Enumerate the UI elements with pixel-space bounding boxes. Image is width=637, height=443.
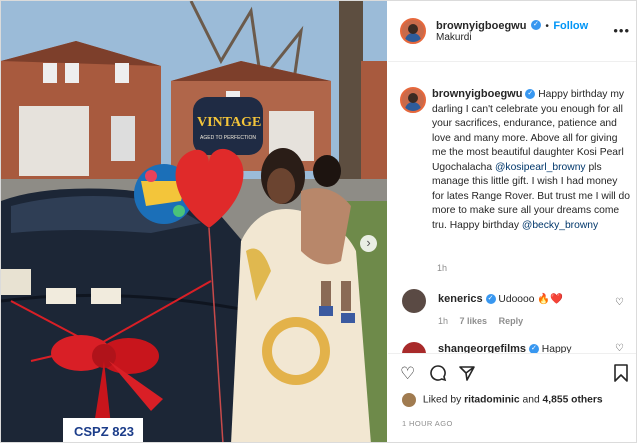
post-timestamp[interactable]: 1 HOUR AGO (402, 419, 453, 428)
likes-summary: Liked by ritadominic and 4,855 others (402, 393, 603, 407)
liked-by-prefix: Liked by (422, 394, 462, 406)
header-location[interactable]: Makurdi (436, 32, 472, 43)
share-icon[interactable] (458, 364, 476, 387)
caption-mention-2[interactable]: @becky_browny (522, 220, 598, 231)
more-options-icon[interactable]: ••• (613, 23, 630, 38)
instagram-post: VINTAGE AGED TO PERFECTION CSPZ 823 › br… (0, 0, 637, 443)
caption-username[interactable]: brownyigboegwu (432, 88, 522, 100)
comment-like-icon[interactable]: ♡ (615, 297, 624, 308)
liked-by-user[interactable]: ritadominic (464, 395, 520, 406)
post-photo-illustration (1, 1, 387, 442)
comment-like-icon[interactable]: ♡ (615, 343, 624, 353)
liked-by-and: and (522, 394, 540, 406)
balloon-subtext: AGED TO PERFECTION (200, 135, 256, 141)
post-actions: ♡ Liked by ritadominic and 4,855 others … (388, 353, 636, 442)
comment-avatar[interactable] (402, 289, 426, 313)
license-plate: CSPZ 823 (74, 424, 134, 439)
caption-avatar[interactable] (400, 87, 426, 113)
comment-text: Udoooo 🔥❤️ (498, 294, 563, 305)
like-icon[interactable]: ♡ (400, 364, 415, 384)
comment-row: shangeorgefilms ✓ Happy ♡ (388, 342, 636, 353)
post-sidebar: brownyigboegwu ✓ • Follow Makurdi ••• br… (388, 1, 636, 442)
save-icon[interactable] (614, 364, 628, 387)
comment-verified-icon: ✓ (485, 294, 496, 305)
comment-likes[interactable]: 7 likes (460, 316, 488, 326)
next-photo-button[interactable]: › (360, 235, 377, 252)
comment-username[interactable]: shangeorgefilms (438, 343, 526, 353)
comment-username[interactable]: kenerics (438, 293, 483, 305)
caption-verified-icon: ✓ (525, 89, 536, 100)
caption-text: brownyigboegwu ✓ Happy birthday my darli… (432, 87, 632, 233)
caption-body-1: Happy birthday my darling I can't celebr… (432, 89, 625, 173)
liker-avatar[interactable] (402, 393, 416, 407)
comment-verified-icon: ✓ (528, 344, 539, 353)
verified-icon: ✓ (530, 19, 541, 30)
comment-time: 1h (438, 316, 449, 326)
comment-reply-button[interactable]: Reply (499, 316, 524, 326)
post-header: brownyigboegwu ✓ • Follow Makurdi ••• (388, 1, 636, 62)
liked-by-count[interactable]: 4,855 others (543, 395, 603, 406)
caption-mention-1[interactable]: @kosipearl_browny (495, 162, 586, 173)
comment-text: Happy (541, 344, 572, 353)
comment-icon[interactable] (429, 364, 447, 387)
header-separator: • (545, 21, 549, 32)
follow-button[interactable]: Follow (553, 20, 588, 32)
comment-avatar[interactable] (402, 342, 426, 353)
balloon-text: VINTAGE (197, 115, 262, 130)
post-photo[interactable]: VINTAGE AGED TO PERFECTION CSPZ 823 › (1, 1, 387, 442)
header-username[interactable]: brownyigboegwu (436, 20, 526, 32)
caption-time: 1h (437, 263, 448, 273)
header-avatar[interactable] (400, 18, 426, 44)
